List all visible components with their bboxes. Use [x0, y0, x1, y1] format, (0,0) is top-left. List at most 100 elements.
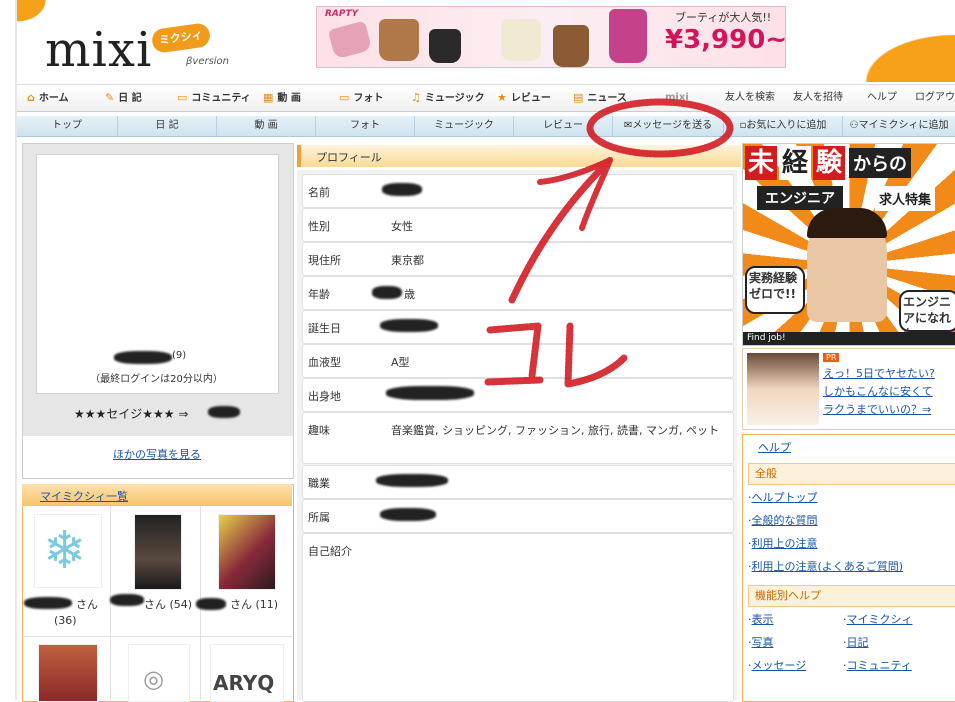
subnav-add-favorite[interactable]: ▫お気に入りに追加 — [724, 116, 843, 136]
redaction-blot — [376, 474, 448, 487]
ad-speech-bubble-right: エンジニアになれた — [899, 290, 955, 341]
nav-video[interactable]: ▦ 動 画 — [263, 85, 301, 111]
subnav-review[interactable]: レビュー — [514, 116, 613, 136]
help-link-label[interactable]: 日記 — [847, 636, 869, 649]
header-swoosh-right — [800, 0, 955, 82]
subnav-send-message[interactable]: ✉メッセージを送る — [613, 116, 724, 136]
help-link-label[interactable]: 全般的な質問 — [752, 514, 818, 527]
redaction-blot — [382, 183, 422, 196]
nav-community[interactable]: ▭ コミュニティ — [177, 85, 251, 111]
ad-person-hair — [807, 208, 887, 238]
friend-thumbnail[interactable]: ◎ — [128, 644, 190, 702]
profile-label: 自己紹介 — [308, 545, 352, 558]
nav-diary[interactable]: ✎ 日 記 — [105, 85, 142, 111]
job-ad-banner[interactable]: 未 経 験 からの エンジニア 求人特集 実務経験ゼロで!! エンジニアになれた… — [742, 143, 955, 346]
help-link-display[interactable]: ·表示 — [748, 611, 774, 627]
subnav-music[interactable]: ミュージック — [415, 116, 514, 136]
help-link-message[interactable]: ·メッセージ — [748, 657, 806, 673]
profile-label: 出身地 — [308, 390, 341, 403]
friend-thumbnail[interactable] — [38, 644, 98, 702]
help-general-label: 全般 — [755, 467, 777, 480]
subnav-top[interactable]: トップ — [17, 116, 118, 136]
help-link-label[interactable]: メッセージ — [752, 659, 807, 672]
help-link-label[interactable]: ヘルプトップ — [752, 491, 818, 504]
help-link-photo[interactable]: ·写真 — [748, 634, 774, 650]
profile-friend-count: (9) — [172, 350, 187, 361]
help-link-notes[interactable]: ·利用上の注意 — [748, 535, 818, 551]
profile-subnav: トップ 日 記 動 画 フォト ミュージック レビュー ✉メッセージを送る ▫お… — [17, 116, 955, 137]
friend-label[interactable]: さん (54) — [144, 596, 192, 612]
ad-speech-bubble: 実務経験ゼロで!! — [745, 266, 805, 314]
help-link-top[interactable]: ·ヘルプトップ — [748, 489, 818, 505]
banner-brand: RAPTY — [325, 9, 359, 19]
banner-boot-image — [501, 19, 541, 61]
nav-home[interactable]: ⌂ ホーム — [27, 85, 69, 111]
subnav-photo[interactable]: フォト — [316, 116, 415, 136]
nav-label: ニュース — [587, 93, 627, 104]
ad-link-line[interactable]: えっ！5日でヤセたい? — [823, 365, 935, 381]
redaction-blot — [380, 508, 436, 521]
more-photos-link[interactable]: ほかの写真を見る — [22, 446, 292, 462]
nav-find-friends[interactable]: 友人を検索 — [725, 85, 775, 111]
profile-row-gender: 性別 女性 — [302, 208, 734, 242]
profile-value: 音楽鑑賞, ショッピング, ファッション, 旅行, 読書, マンガ, ペット — [391, 424, 719, 437]
help-link-label[interactable]: 表示 — [752, 613, 774, 626]
nav-review[interactable]: ★ レビュー — [497, 85, 551, 111]
help-link-label[interactable]: コミュニティ — [847, 659, 912, 672]
help-link-community[interactable]: ·コミュニティ — [843, 657, 912, 673]
friend-count: (36) — [54, 614, 77, 627]
nav-invite-friends[interactable]: 友人を招待 — [793, 85, 843, 111]
subnav-diary[interactable]: 日 記 — [118, 116, 217, 136]
subnav-video[interactable]: 動 画 — [217, 116, 316, 136]
redaction-blot — [114, 351, 172, 364]
help-link-faq[interactable]: ·利用上の注意(よくあるご質問) — [748, 558, 903, 574]
mixi-logo[interactable]: mixi — [45, 22, 152, 78]
help-link-label[interactable]: 利用上の注意 — [752, 537, 818, 550]
friend-label[interactable]: さん — [76, 596, 98, 612]
global-nav: ⌂ ホーム ✎ 日 記 ▭ コミュニティ ▦ 動 画 ▭ フォト ♫ ミュージック ★ レビュ… — [17, 84, 955, 112]
profile-label: 年齢 — [308, 288, 330, 301]
friend-thumbnail[interactable]: ❄ — [34, 514, 102, 588]
diet-ad[interactable]: PR えっ！5日でヤセたい? しかもこんなに安くて ラクうまでいいの？⇒ — [742, 348, 955, 430]
friend-thumbnail[interactable] — [134, 514, 182, 590]
nav-label: レビュー — [510, 93, 551, 104]
profile-label: 誕生日 — [308, 322, 341, 335]
nav-music[interactable]: ♫ ミュージック — [411, 85, 485, 111]
nav-news[interactable]: ▤ ニュース — [573, 85, 627, 111]
help-link-diary[interactable]: ·日記 — [843, 634, 869, 650]
profile-row-hometown: 出身地 — [302, 378, 734, 412]
help-title-link[interactable]: ヘルプ — [758, 439, 791, 455]
subnav-add-mymixi[interactable]: ⚇マイミクシィに追加 — [843, 116, 955, 136]
header-ad-banner[interactable]: RAPTY ブーティが大人気!! ¥3,990~ — [316, 6, 787, 68]
banner-boot-image — [429, 29, 461, 63]
friend-label[interactable]: さん (11) — [230, 596, 278, 612]
film-icon: ▦ — [263, 91, 274, 104]
friends-list-link[interactable]: マイミクシィ一覧 — [40, 488, 128, 504]
banner-boot-image — [609, 9, 647, 63]
nav-help[interactable]: ヘルプ — [867, 85, 897, 111]
nav-photo[interactable]: ▭ フォト — [339, 85, 383, 111]
home-icon: ⌂ — [27, 91, 35, 104]
nav-mixi[interactable]: mixi — [665, 85, 689, 111]
friend-thumbnail[interactable]: ARYQ — [210, 644, 284, 702]
nav-logout[interactable]: ログアウ — [915, 85, 955, 111]
ad-title-rest: からの — [849, 148, 911, 178]
help-link-mymixi[interactable]: ·マイミクシィ — [843, 611, 913, 627]
ad-link-line[interactable]: しかもこんなに安くて — [823, 383, 933, 399]
profile-title: プロフィール — [316, 151, 382, 164]
help-link-label[interactable]: 写真 — [752, 636, 774, 649]
help-link-general[interactable]: ·全般的な質問 — [748, 512, 818, 528]
star-icon: ★ — [497, 91, 507, 104]
profile-label: 現住所 — [308, 254, 341, 267]
ad-subtitle: エンジニア — [757, 186, 843, 210]
subnav-label: マイミクシィに追加 — [858, 120, 949, 131]
nav-label: フォト — [353, 93, 384, 104]
help-link-label[interactable]: マイミクシィ — [847, 613, 913, 626]
profile-value: 女性 — [391, 220, 413, 233]
help-link-label[interactable]: 利用上の注意(よくあるご質問) — [752, 560, 904, 573]
help-feature-header: 機能別ヘルプ — [748, 585, 955, 607]
friend-thumbnail[interactable] — [218, 514, 276, 590]
redaction-blot — [372, 286, 402, 299]
ad-link-line[interactable]: ラクうまでいいの？⇒ — [823, 401, 931, 417]
friend-logo-text: ARYQ — [213, 671, 275, 695]
